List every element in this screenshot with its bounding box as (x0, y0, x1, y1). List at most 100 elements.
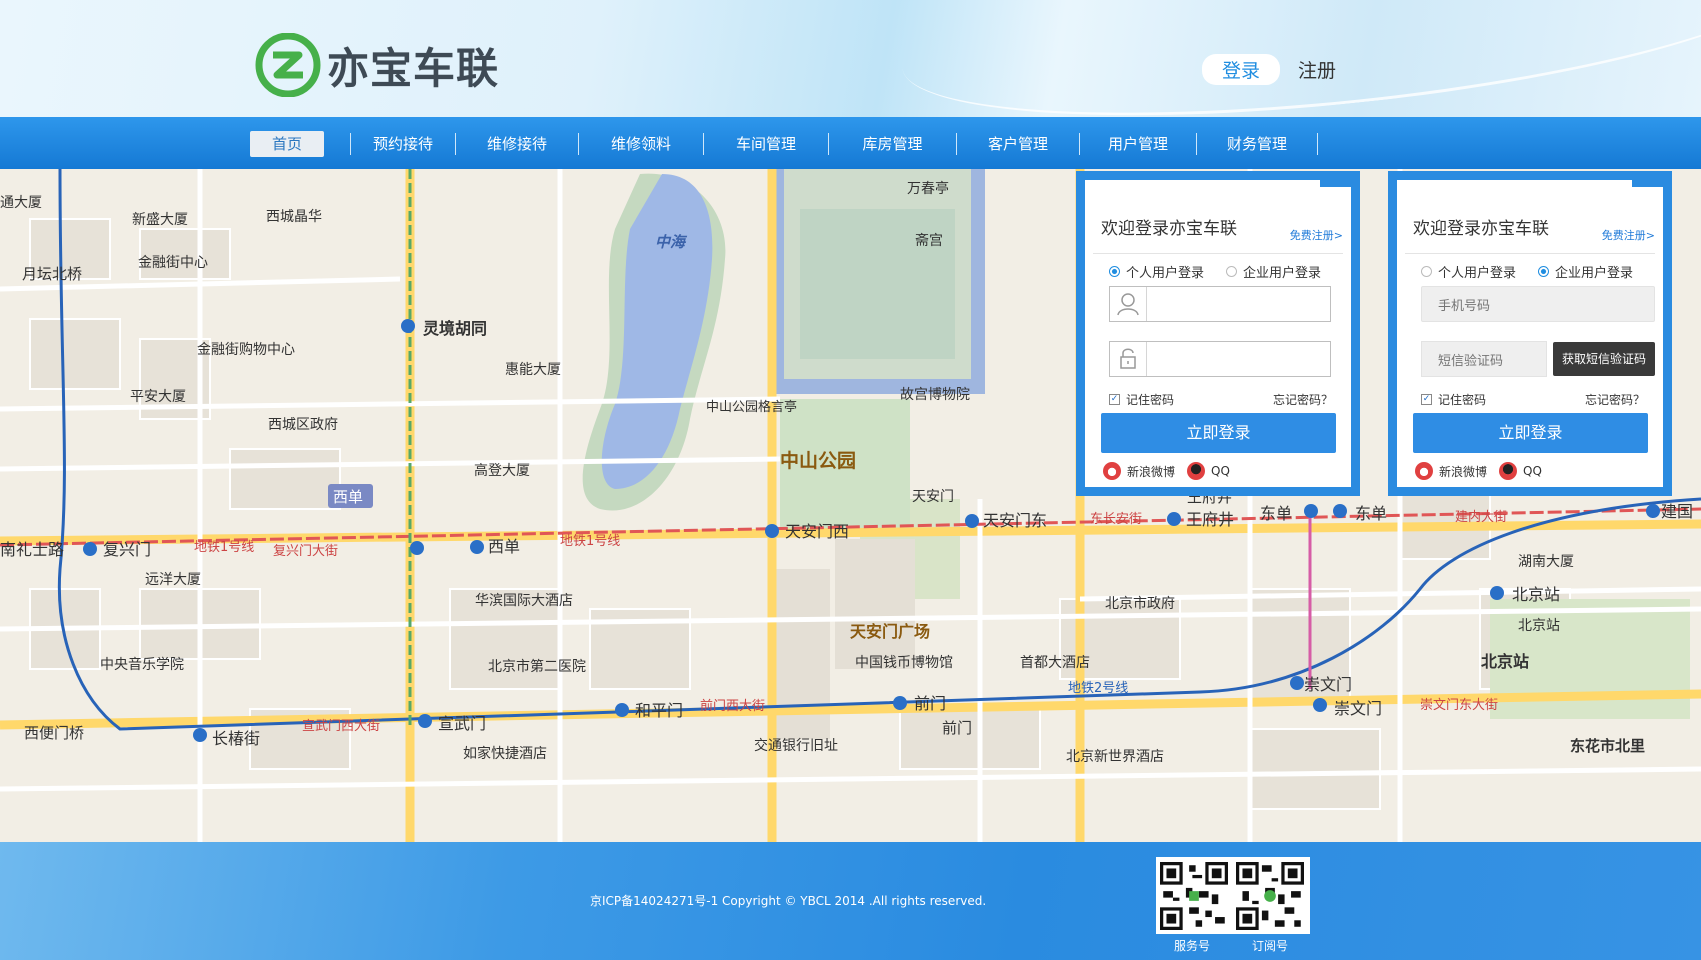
radio-label: 企业用户登录 (1243, 266, 1322, 281)
map-label: 西单 (333, 488, 363, 506)
weibo-login[interactable]: 新浪微博 (1415, 462, 1487, 480)
map-label: 天安门广场 (850, 622, 930, 641)
radio-personal[interactable]: 个人用户登录 (1109, 262, 1204, 281)
logo-icon (255, 33, 321, 97)
map-label: 北京市政府 (1105, 595, 1175, 612)
qq-label: QQ (1211, 464, 1230, 478)
map-label: 天安门 (912, 489, 954, 505)
password-field (1109, 341, 1331, 377)
map-label: 建内大街 (1455, 509, 1507, 525)
nav-item-workshop[interactable]: 车间管理 (704, 131, 828, 157)
qq-login[interactable]: QQ (1187, 462, 1230, 480)
nav-item-warehouse[interactable]: 库房管理 (829, 131, 956, 157)
qr-code-subscribe-icon (1236, 862, 1304, 930)
nav-item-users[interactable]: 用户管理 (1080, 131, 1196, 157)
map-label: 北京站 (1518, 618, 1560, 634)
weibo-icon (1415, 462, 1433, 480)
map-label: 华滨国际大酒店 (475, 593, 573, 609)
username-input[interactable] (1148, 291, 1328, 317)
remember-label: 记住密码 (1438, 393, 1487, 407)
map-label: 金融街购物中心 (197, 342, 295, 358)
map-label: 灵境胡同 (423, 319, 487, 338)
nav-item-repair-reception[interactable]: 维修接待 (456, 131, 578, 157)
map-label: 中山公园格言亭 (706, 399, 797, 415)
weibo-label: 新浪微博 (1439, 464, 1488, 479)
weibo-login[interactable]: 新浪微博 (1103, 462, 1175, 480)
login-submit-button[interactable]: 立即登录 (1101, 413, 1336, 453)
radio-company[interactable]: 企业用户登录 (1538, 262, 1633, 281)
forgot-password-link[interactable]: 忘记密码？ (1585, 391, 1645, 408)
map-label: 天安门东 (983, 511, 1047, 530)
nav-item-customers[interactable]: 客户管理 (957, 131, 1079, 157)
brand-name: 亦宝车联 (327, 43, 500, 93)
map-label: 长椿街 (212, 729, 260, 748)
map-label: 西城区政府 (268, 417, 338, 433)
map-label: 北京站 (1481, 652, 1529, 671)
map-label: 西城晶华 (266, 209, 322, 225)
remember-label: 记住密码 (1126, 393, 1175, 407)
login-type-radios: 个人用户登录 企业用户登录 (1421, 262, 1655, 281)
forgot-password-link[interactable]: 忘记密码？ (1273, 391, 1333, 408)
map-label: 中国钱币博物馆 (855, 654, 953, 671)
header: 亦宝车联 登录 注册 (0, 0, 1701, 118)
register-link[interactable]: 注册 (1298, 56, 1336, 83)
map-label: 王府井 (1186, 510, 1234, 529)
qq-login[interactable]: QQ (1499, 462, 1542, 480)
qr-label-service: 服务号 (1173, 939, 1210, 953)
map-label: 地铁2号线 (1068, 681, 1128, 696)
remember-password[interactable]: ✓ 记住密码 (1109, 391, 1174, 408)
map-label: 复兴门大街 (273, 544, 338, 559)
radio-company[interactable]: 企业用户登录 (1226, 262, 1321, 281)
logo[interactable]: 亦宝车联 (255, 33, 499, 97)
nav-item-appointment[interactable]: 预约接待 (351, 131, 455, 157)
map-label: 宣武门西大街 (302, 718, 380, 734)
map-label: 东长安街 (1090, 512, 1142, 527)
get-sms-code-button[interactable]: 获取短信验证码 (1553, 342, 1655, 376)
map-label: 北京市第二医院 (488, 658, 586, 675)
radio-dot-icon (1109, 266, 1120, 277)
social-login: 新浪微博 QQ (1415, 462, 1554, 480)
map-label: 中山公园 (780, 449, 856, 472)
map-label: 交通银行旧址 (754, 737, 838, 754)
free-register-link[interactable]: 免费注册> (1602, 227, 1655, 243)
map-label: 金融街中心 (138, 255, 208, 271)
nav-item-home[interactable]: 首页 (250, 131, 324, 157)
map-label: 斋宫 (915, 232, 943, 249)
sms-code-input[interactable] (1422, 342, 1540, 378)
remember-password[interactable]: ✓ 记住密码 (1421, 391, 1486, 408)
map-label: 平安大厦 (130, 389, 186, 405)
login-link[interactable]: 登录 (1202, 54, 1281, 85)
map-label: 东单 (1260, 504, 1292, 523)
login-panel-company: 欢迎登录亦宝车联 免费注册> 个人用户登录 企业用户登录 获取短信验证码 ✓ 记住… (1388, 171, 1672, 496)
map-label: 高登大厦 (474, 462, 530, 479)
radio-dot-icon (1421, 266, 1432, 277)
map-label: 西便门桥 (24, 724, 84, 742)
map-label: 建国 (1661, 502, 1693, 521)
radio-label: 个人用户登录 (1438, 266, 1517, 281)
divider (1405, 253, 1655, 254)
map-label: 地铁1号线 (560, 534, 620, 549)
password-input[interactable] (1148, 346, 1328, 372)
map-label: 复兴门 (103, 540, 151, 559)
radio-personal[interactable]: 个人用户登录 (1421, 262, 1516, 281)
map-label: 前门 (942, 719, 972, 737)
map-label: 新盛大厦 (132, 212, 188, 228)
phone-input[interactable] (1422, 287, 1640, 323)
qq-label: QQ (1523, 464, 1542, 478)
nav-item-parts-requisition[interactable]: 维修领料 (579, 131, 703, 157)
map-label: 天安门西 (785, 522, 849, 541)
login-panel-personal: 欢迎登录亦宝车联 免费注册> 个人用户登录 企业用户登录 ✓ 记住密码 忘记密码？… (1076, 171, 1360, 496)
map-label: 和平门 (635, 701, 683, 720)
free-register-link[interactable]: 免费注册> (1290, 227, 1343, 243)
nav-items: 首页 预约接待 维修接待 维修领料 车间管理 库房管理 客户管理 用户管理 财务… (250, 131, 1318, 157)
panel-title: 欢迎登录亦宝车联 (1413, 219, 1549, 239)
map-label: 万春亭 (907, 180, 949, 197)
map-label: 地铁1号线 (194, 540, 254, 555)
qr-codes (1156, 857, 1310, 934)
qq-icon (1187, 462, 1206, 480)
nav-item-finance[interactable]: 财务管理 (1197, 131, 1317, 157)
login-submit-button[interactable]: 立即登录 (1413, 413, 1648, 453)
map-label: 前门西大街 (700, 698, 765, 714)
map-label: 南礼士路 (0, 540, 64, 559)
map-label: 月坛北桥 (22, 265, 82, 283)
